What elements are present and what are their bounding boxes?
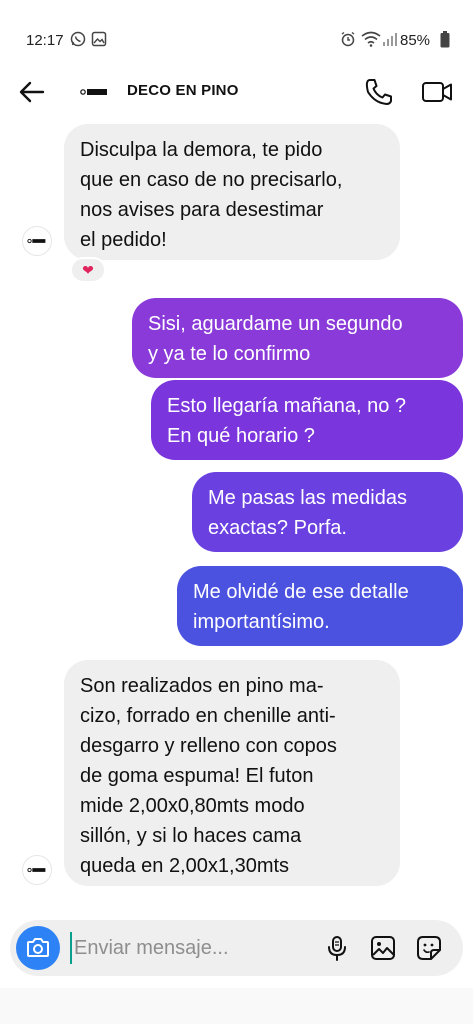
status-time: 12:17 — [26, 32, 64, 49]
signal-icon — [383, 33, 397, 46]
contact-avatar-small[interactable] — [22, 226, 52, 256]
sticker-icon[interactable] — [415, 934, 443, 962]
phone-icon[interactable] — [363, 76, 395, 108]
microphone-icon[interactable] — [323, 934, 351, 962]
video-camera-icon[interactable] — [420, 76, 454, 108]
message-composer — [10, 920, 463, 976]
bottom-navigation-area — [0, 988, 473, 1024]
contact-name[interactable]: DECO EN PINO — [127, 82, 239, 99]
battery-percentage: 85% — [400, 32, 431, 49]
chat-header: DECO EN PINO — [0, 70, 473, 114]
alarm-icon — [341, 31, 355, 47]
outgoing-message[interactable]: Esto llegaría mañana, no ? En qué horari… — [151, 380, 463, 460]
status-bar: 12:17 85% — [0, 0, 473, 70]
outgoing-message[interactable]: Sisi, aguardame un segundo y ya te lo co… — [132, 298, 463, 378]
image-icon — [91, 31, 107, 47]
battery-icon — [440, 31, 450, 48]
heart-reaction[interactable]: ❤ — [70, 257, 106, 283]
incoming-message[interactable]: Son realizados en pino ma- cizo, forrado… — [64, 660, 400, 886]
contact-avatar[interactable] — [80, 82, 108, 102]
back-arrow-icon[interactable] — [16, 76, 48, 108]
message-input[interactable] — [70, 932, 320, 964]
camera-icon — [27, 938, 49, 957]
outgoing-message[interactable]: Me pasas las medidas exactas? Porfa. — [192, 472, 463, 552]
gallery-icon[interactable] — [369, 934, 397, 962]
camera-button[interactable] — [16, 926, 60, 970]
wifi-icon — [361, 31, 381, 47]
incoming-message[interactable]: Disculpa la demora, te pido que en caso … — [64, 124, 400, 260]
contact-avatar-small[interactable] — [22, 855, 52, 885]
whatsapp-icon — [70, 31, 86, 47]
outgoing-message[interactable]: Me olvidé de ese detalle importantísimo. — [177, 566, 463, 646]
